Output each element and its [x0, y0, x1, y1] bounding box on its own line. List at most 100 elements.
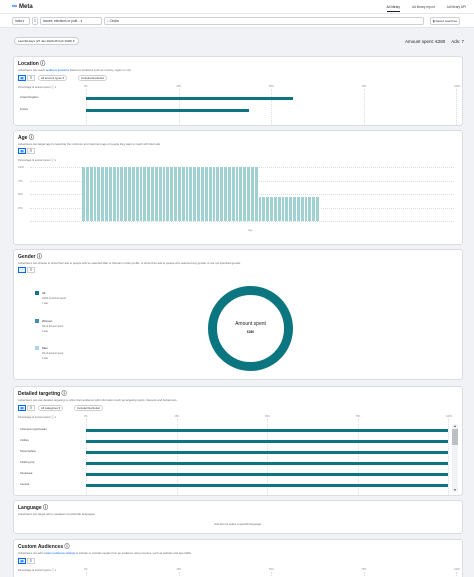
nav-ad-library-api[interactable]: Ad library API	[447, 5, 466, 12]
language-empty-state: Ads did not select a specific language.	[214, 522, 262, 526]
location-chart-label-text: Percentage of amount spent	[18, 86, 51, 89]
age-view-toggle: ▮▮ ☰	[18, 148, 35, 154]
row-label: Clothes	[20, 439, 29, 442]
location-chart: 0% 25% 50% 75% 100%	[76, 85, 460, 125]
table-view-button[interactable]: ☰	[27, 148, 35, 154]
custom-view-toggle: ▮▮ ☰	[18, 558, 35, 564]
gridline	[271, 572, 272, 577]
scroll-thumb[interactable]	[452, 429, 458, 445]
gridline	[86, 572, 87, 577]
scroll-up-icon[interactable]: ▲	[452, 424, 458, 428]
custom-title-text: Custom Audiences	[18, 544, 64, 550]
bar	[86, 462, 448, 465]
summary-header: Last 90 days (27 Jan 2020-26 Feb 2020) ▾…	[0, 28, 474, 50]
detailed-include-toggle[interactable]: Included Excluded	[74, 405, 103, 411]
axis-tick-label: 25%	[176, 85, 182, 88]
date-range-select[interactable]: Last 90 days (27 Jan 2020-26 Feb 2020) ▾	[14, 37, 79, 45]
location-amount-type-select[interactable]: All amount types ▾	[38, 75, 67, 81]
row-label: Clothing (Ap	[20, 461, 35, 464]
gridline	[456, 89, 457, 125]
row-label: Champion (sportswear)	[20, 428, 47, 431]
custom-desc-pre: Advertisers can add	[18, 551, 44, 555]
axis-tick-label: 25%	[176, 568, 182, 571]
info-icon[interactable]: ⓘ	[65, 544, 70, 550]
detailed-chart-label: Percentage of amount spent ⓘ ▾	[18, 416, 56, 419]
bar	[86, 484, 448, 487]
axis-tick-label: 100%	[454, 85, 461, 88]
custom-audience-link[interactable]: custom audience settings	[44, 551, 76, 555]
detailed-scrollbar[interactable]: ▲ ▼	[452, 424, 458, 492]
legend-ads-men: 0 ads	[42, 357, 48, 360]
nav-ad-library[interactable]: Ad library	[386, 5, 400, 12]
meta-logo[interactable]: ∞ Meta	[12, 3, 33, 10]
location-desc-post: based on locations such as country, regi…	[69, 68, 132, 72]
axis-tick-label: 100%	[446, 415, 453, 418]
saved-searches-button[interactable]: ▮ Saved searches	[430, 17, 460, 25]
bar	[86, 109, 249, 112]
info-icon[interactable]: ⓘ	[29, 135, 34, 141]
search-input[interactable]: ⌕ Cindia	[104, 17, 424, 25]
gridline	[448, 419, 449, 495]
chart-view-button[interactable]: ▮▮	[18, 75, 26, 81]
detailed-category-select[interactable]: All categories ▾	[38, 405, 63, 411]
detailed-category-value: All categories	[41, 406, 58, 410]
audience-locations-link[interactable]: audience locations	[46, 68, 69, 72]
legend-ads-women: 0 ads	[42, 330, 48, 333]
custom-chart: 0% 25% 50% 75% 100%	[76, 568, 460, 577]
totals: Amount spent: €280 Ads: 7	[405, 39, 464, 44]
row-label: France	[20, 108, 29, 111]
info-icon[interactable]: ⓘ	[62, 391, 67, 397]
gridline	[178, 89, 180, 125]
nav-ad-library-report[interactable]: Ad library report	[412, 5, 435, 12]
filter-icon[interactable]: ≡	[32, 17, 38, 25]
language-title-text: Language	[18, 505, 42, 511]
country-select[interactable]: India ▾	[12, 17, 30, 25]
legend-pct-women: 0% of amount spent	[42, 325, 64, 328]
gender-title: Gender ⓘ	[18, 253, 42, 260]
info-icon[interactable]: ⓘ	[37, 254, 42, 260]
chart-view-button[interactable]: ▮▮	[18, 405, 26, 411]
info-icon[interactable]: ⓘ	[43, 505, 48, 511]
location-description: Advertisers can reach audience locations…	[18, 68, 131, 72]
custom-desc-post: to include or exclude people from an aud…	[75, 551, 192, 555]
gridline	[363, 572, 365, 577]
y-tick-label: 100%	[18, 166, 25, 169]
language-title: Language ⓘ	[18, 504, 48, 511]
legend-name-women: Women	[42, 319, 53, 323]
axis-tick-label: 0%	[84, 415, 88, 418]
date-range-value: Last 90 days (27 Jan 2020-26 Feb 2020)	[18, 39, 73, 43]
detailed-view-toggle: ▮▮ ☰	[18, 405, 35, 411]
logo-text: Meta	[19, 3, 33, 10]
bar	[86, 473, 448, 476]
chart-view-button[interactable]: ▮▮	[18, 558, 26, 564]
scroll-down-icon[interactable]: ▼	[452, 488, 458, 492]
chart-view-button[interactable]: ▮▮	[18, 148, 26, 154]
row-label: Camera	[20, 483, 30, 486]
x-axis-label: Age	[248, 229, 253, 232]
donut-value: €280	[246, 330, 255, 334]
location-view-toggle: ▮▮ ☰	[18, 75, 35, 81]
donut-title: Amount spent	[235, 321, 266, 327]
gridline	[363, 89, 365, 125]
gender-view-toggle: ◔ ☰	[18, 267, 35, 273]
detailed-chart-label-text: Percentage of amount spent	[18, 416, 51, 419]
legend-ads-all: 7 ads	[42, 302, 48, 305]
table-view-button[interactable]: ☰	[27, 558, 35, 564]
top-nav: Ad library Ad library report Ad library …	[386, 5, 466, 12]
chart-view-button[interactable]: ◔	[18, 267, 26, 273]
location-include-text: Included Excluded	[81, 76, 104, 80]
age-chart: 100% 75% 50% 25% Age	[18, 164, 458, 242]
legend-name-all: All	[42, 291, 46, 295]
age-bar	[316, 196, 320, 221]
age-title: Age ⓘ	[18, 134, 34, 141]
location-include-toggle[interactable]: Included Excluded	[78, 75, 107, 81]
axis-tick-label: 100%	[454, 568, 461, 571]
info-icon[interactable]: ⓘ	[40, 61, 45, 67]
saved-searches-label: Saved searches	[435, 19, 457, 23]
axis-tick-label: 25%	[174, 415, 180, 418]
category-select[interactable]: Issues, elections or polit... ▾	[40, 17, 102, 25]
table-view-button[interactable]: ☰	[27, 75, 35, 81]
table-view-button[interactable]: ☰	[27, 267, 35, 273]
table-view-button[interactable]: ☰	[27, 405, 35, 411]
country-value: India	[15, 19, 22, 23]
